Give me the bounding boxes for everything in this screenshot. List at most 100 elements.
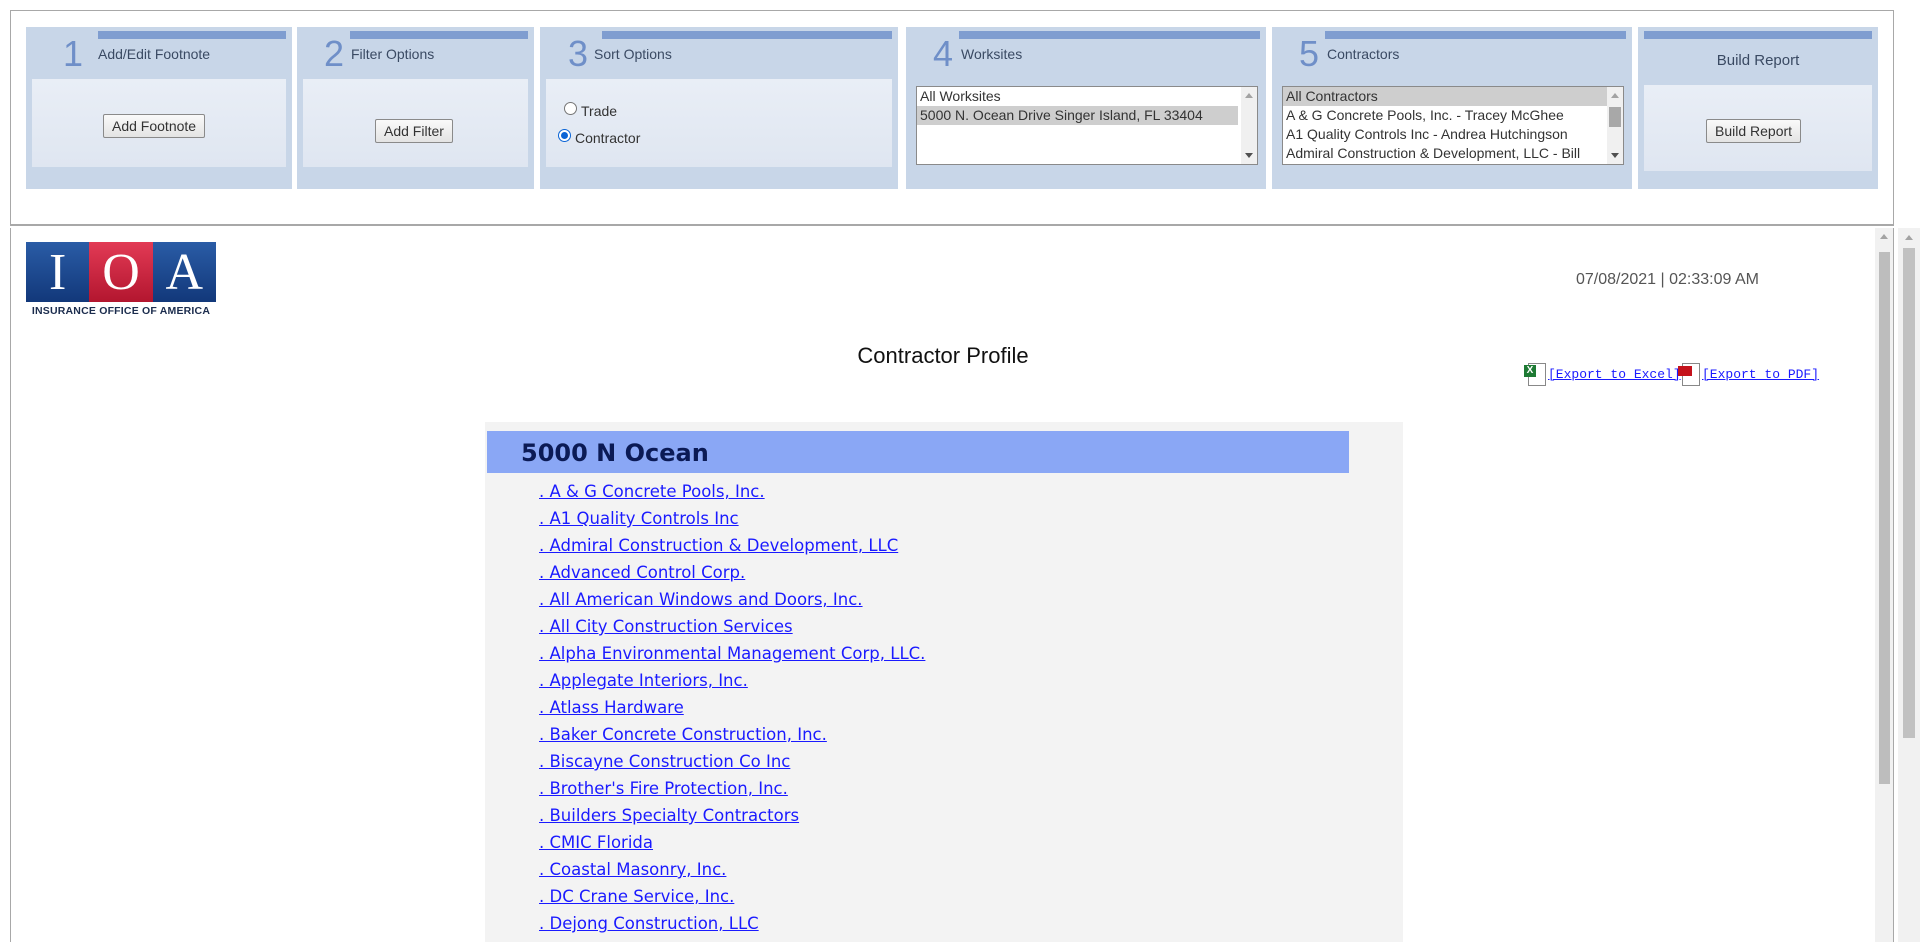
panel-body: Add Filter: [303, 79, 528, 167]
export-pdf[interactable]: [Export to PDF]: [1678, 362, 1819, 386]
build-report-panel: Build Report Build Report: [1638, 27, 1878, 189]
contractor-link[interactable]: . Coastal Masonry, Inc.: [539, 860, 726, 879]
list-item: . Admiral Construction & Development, LL…: [539, 532, 925, 559]
logo-letter: O: [89, 242, 153, 302]
list-item: . Applegate Interiors, Inc.: [539, 667, 925, 694]
step-number: 4: [933, 33, 954, 74]
worksite-option[interactable]: 5000 N. Ocean Drive Singer Island, FL 33…: [917, 106, 1238, 125]
step-title: Contractors: [1327, 46, 1400, 62]
step-worksites-panel: 4 Worksites All Worksites 5000 N. Ocean …: [906, 27, 1266, 189]
logo-letter: I: [26, 242, 90, 302]
sort-trade-radio[interactable]: [564, 101, 577, 115]
step-number: 1: [63, 33, 84, 74]
contractor-option[interactable]: Admiral Construction & Development, LLC …: [1283, 144, 1608, 163]
contractor-link[interactable]: . Applegate Interiors, Inc.: [539, 671, 748, 690]
contractor-list: . A & G Concrete Pools, Inc. . A1 Qualit…: [539, 478, 925, 937]
step-title: Sort Options: [594, 46, 672, 62]
contractor-link[interactable]: . Dejong Construction, LLC: [539, 914, 759, 933]
contractors-scrollbar[interactable]: [1607, 87, 1623, 164]
list-item: . Alpha Environmental Management Corp, L…: [539, 640, 925, 667]
add-filter-button[interactable]: Add Filter: [375, 119, 453, 143]
list-item: . A1 Quality Controls Inc: [539, 505, 925, 532]
report-timestamp: 07/08/2021 | 02:33:09 AM: [1576, 271, 1759, 288]
pdf-icon[interactable]: [1678, 362, 1700, 386]
list-item: . Advanced Control Corp.: [539, 559, 925, 586]
contractor-option[interactable]: A1 Quality Controls Inc - Andrea Hutchin…: [1283, 125, 1623, 144]
list-item: . All American Windows and Doors, Inc.: [539, 586, 925, 613]
panel-accent-bar: [1644, 31, 1872, 39]
list-item: . Brother's Fire Protection, Inc.: [539, 775, 925, 802]
step-title: Filter Options: [351, 46, 435, 62]
step-sort-panel: 3 Sort Options Trade Contractor: [540, 27, 898, 189]
step-footnote-panel: 1 Add/Edit Footnote Add Footnote: [26, 27, 292, 189]
contractor-link[interactable]: . A & G Concrete Pools, Inc.: [539, 482, 765, 501]
export-pdf-link[interactable]: [Export to PDF]: [1702, 367, 1819, 382]
list-item: . Coastal Masonry, Inc.: [539, 856, 925, 883]
worksites-scrollbar[interactable]: [1241, 87, 1257, 164]
scroll-up-arrow-icon[interactable]: [1245, 93, 1253, 98]
panel-body: Build Report: [1644, 85, 1872, 171]
contractor-link[interactable]: . CMIC Florida: [539, 833, 653, 852]
page-scrollbar[interactable]: [1898, 228, 1920, 942]
worksite-header: 5000 N Ocean: [487, 431, 1349, 473]
add-footnote-button[interactable]: Add Footnote: [103, 114, 206, 138]
step-filter-panel: 2 Filter Options Add Filter: [297, 27, 534, 189]
contractor-link[interactable]: . Brother's Fire Protection, Inc.: [539, 779, 788, 798]
sort-contractor-radio[interactable]: [558, 128, 571, 142]
list-item: . Atlass Hardware: [539, 694, 925, 721]
logo-letter: A: [152, 242, 216, 302]
panel-accent-bar: [959, 31, 1260, 39]
contractor-link[interactable]: . DC Crane Service, Inc.: [539, 887, 734, 906]
report-options-frame: 1 Add/Edit Footnote Add Footnote 2 Filte…: [10, 10, 1894, 226]
worksite-name: 5000 N Ocean: [521, 439, 709, 467]
sort-contractor-option[interactable]: Contractor: [558, 128, 641, 146]
contractor-link[interactable]: . All City Construction Services: [539, 617, 793, 636]
list-item: . Baker Concrete Construction, Inc.: [539, 721, 925, 748]
contractor-link[interactable]: . A1 Quality Controls Inc: [539, 509, 739, 528]
step-number: 5: [1299, 33, 1320, 74]
scroll-thumb[interactable]: [1609, 107, 1621, 127]
step-title: Add/Edit Footnote: [98, 46, 211, 62]
contractor-link[interactable]: . Admiral Construction & Development, LL…: [539, 536, 898, 555]
contractor-link[interactable]: . Atlass Hardware: [539, 698, 684, 717]
contractor-link[interactable]: . All American Windows and Doors, Inc.: [539, 590, 863, 609]
list-item: . A & G Concrete Pools, Inc.: [539, 478, 925, 505]
scroll-up-arrow-icon[interactable]: [1880, 234, 1888, 239]
panel-body: Add Footnote: [32, 79, 286, 167]
contractors-listbox[interactable]: All Contractors A & G Concrete Pools, In…: [1282, 86, 1624, 165]
scroll-up-arrow-icon[interactable]: [1905, 235, 1913, 240]
contractor-option[interactable]: All Contractors: [1283, 87, 1608, 106]
step-title: Worksites: [961, 46, 1023, 62]
export-excel-link[interactable]: [Export to Excel]: [1548, 367, 1681, 382]
contractor-option[interactable]: A & G Concrete Pools, Inc. - Tracey McGh…: [1283, 106, 1623, 125]
contractor-link[interactable]: . Builders Specialty Contractors: [539, 806, 799, 825]
worksite-option[interactable]: All Worksites: [917, 87, 1257, 106]
export-excel[interactable]: X [Export to Excel]: [1524, 362, 1681, 386]
panel-accent-bar: [350, 31, 528, 39]
build-report-button[interactable]: Build Report: [1706, 119, 1802, 143]
report-content: 5000 N Ocean . A & G Concrete Pools, Inc…: [485, 422, 1403, 942]
report-scrollbar[interactable]: [1875, 228, 1893, 942]
step-contractors-panel: 5 Contractors All Contractors A & G Conc…: [1272, 27, 1632, 189]
scroll-down-arrow-icon[interactable]: [1245, 153, 1253, 158]
worksites-listbox[interactable]: All Worksites 5000 N. Ocean Drive Singer…: [916, 86, 1258, 165]
contractor-link[interactable]: . Baker Concrete Construction, Inc.: [539, 725, 827, 744]
report-frame: I O A INSURANCE OFFICE OF AMERICA 07/08/…: [10, 228, 1894, 942]
list-item: . Builders Specialty Contractors: [539, 802, 925, 829]
scroll-thumb[interactable]: [1903, 248, 1915, 738]
step-title: Build Report: [1716, 52, 1800, 69]
list-item: . DC Crane Service, Inc.: [539, 883, 925, 910]
scroll-thumb[interactable]: [1879, 252, 1890, 784]
step-number: 3: [568, 33, 589, 74]
contractor-link[interactable]: . Biscayne Construction Co Inc: [539, 752, 790, 771]
list-item: . All City Construction Services: [539, 613, 925, 640]
contractor-link[interactable]: . Advanced Control Corp.: [539, 563, 745, 582]
excel-icon[interactable]: X: [1524, 362, 1546, 386]
panel-accent-bar: [602, 31, 892, 39]
sort-trade-option[interactable]: Trade: [564, 101, 617, 119]
contractor-link[interactable]: . Alpha Environmental Management Corp, L…: [539, 644, 925, 663]
list-item: . Biscayne Construction Co Inc: [539, 748, 925, 775]
sort-contractor-label: Contractor: [575, 130, 641, 146]
scroll-up-arrow-icon[interactable]: [1611, 93, 1619, 98]
scroll-down-arrow-icon[interactable]: [1611, 153, 1619, 158]
